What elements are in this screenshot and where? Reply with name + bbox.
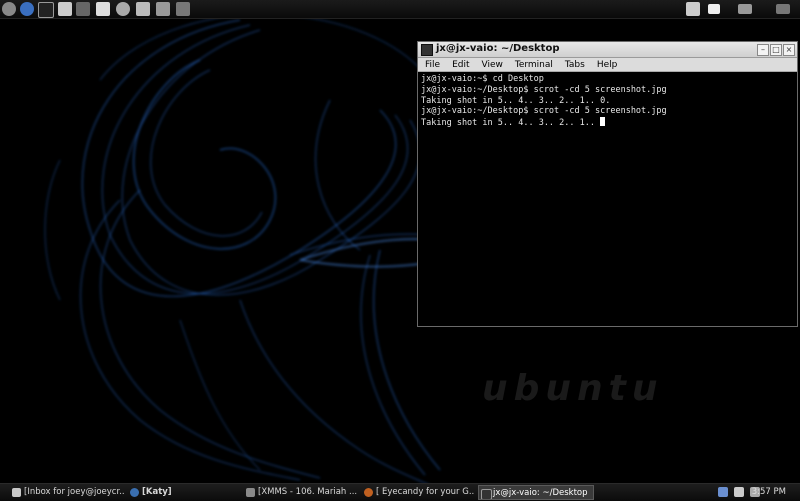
task-eyecandy[interactable]: [ Eyecandy for your G... xyxy=(362,485,474,500)
mail-icon xyxy=(12,488,21,497)
disc-icon[interactable] xyxy=(116,2,130,16)
top-panel xyxy=(0,0,800,19)
terminal-icon xyxy=(481,489,492,499)
media-icon[interactable] xyxy=(76,2,90,16)
terminal-line: jx@jx-vaio:~/Desktop$ scrot -cd 5 screen… xyxy=(421,84,667,95)
wallpaper-brand-text: ubuntu xyxy=(482,368,664,409)
terminal-output[interactable]: jx@jx-vaio:~$ cd Desktop jx@jx-vaio:~/Des… xyxy=(418,72,797,131)
chat-icon xyxy=(130,488,139,497)
task-katy[interactable]: [Katy] xyxy=(128,485,188,500)
bird-icon[interactable] xyxy=(96,2,110,16)
task-terminal[interactable]: jx@jx-vaio: ~/Desktop xyxy=(478,485,594,500)
menu-help[interactable]: Help xyxy=(590,60,623,70)
menu-view[interactable]: View xyxy=(475,60,508,70)
terminal-line: jx@jx-vaio:~/Desktop$ scrot -cd 5 screen… xyxy=(421,106,667,117)
trash-icon[interactable] xyxy=(686,2,700,16)
close-button[interactable]: × xyxy=(783,44,795,56)
window-icon-2[interactable] xyxy=(738,4,752,14)
terminal-cursor xyxy=(600,117,606,127)
palette-icon[interactable] xyxy=(136,2,150,16)
bluetooth-star-icon[interactable] xyxy=(176,2,190,16)
firefox-icon xyxy=(364,488,373,497)
desktop-icon[interactable] xyxy=(776,4,790,14)
taskbar: [Inbox for joey@joeycr... [Katy] [XMMS -… xyxy=(0,483,800,501)
terminal-window: jx@jx-vaio: ~/Desktop – □ × File Edit Vi… xyxy=(417,41,798,327)
clock[interactable]: 3:57 PM xyxy=(752,485,786,500)
terminal-icon[interactable] xyxy=(38,2,54,18)
task-label: [ Eyecandy for your G... xyxy=(376,487,474,497)
task-label: [Inbox for joey@joeycr... xyxy=(24,487,124,497)
minimize-button[interactable]: – xyxy=(757,44,769,56)
menu-tabs[interactable]: Tabs xyxy=(558,60,590,70)
terminal-line: Taking shot in 5.. 4.. 3.. 2.. 1.. 0. xyxy=(421,95,611,106)
mixer-icon[interactable] xyxy=(156,2,170,16)
task-label: [XMMS - 106. Mariah ... xyxy=(258,487,358,497)
globe-icon[interactable] xyxy=(20,2,34,16)
terminal-title-icon xyxy=(421,44,433,56)
task-label: [Katy] xyxy=(142,487,172,497)
terminal-menubar: File Edit View Terminal Tabs Help xyxy=(418,58,797,72)
bluetooth-icon[interactable] xyxy=(718,487,728,497)
xmms-icon xyxy=(246,488,255,497)
window-icon[interactable] xyxy=(708,4,720,14)
update-icon[interactable] xyxy=(734,487,744,497)
kmail-icon[interactable] xyxy=(58,2,72,16)
app-menu-icon[interactable] xyxy=(2,2,16,16)
menu-edit[interactable]: Edit xyxy=(445,60,474,70)
menu-file[interactable]: File xyxy=(418,60,445,70)
task-inbox[interactable]: [Inbox for joey@joeycr... xyxy=(10,485,124,500)
maximize-button[interactable]: □ xyxy=(770,44,782,56)
task-xmms[interactable]: [XMMS - 106. Mariah ... xyxy=(244,485,358,500)
terminal-line: Taking shot in 5.. 4.. 3.. 2.. 1.. xyxy=(421,118,601,129)
terminal-line: jx@jx-vaio:~$ cd Desktop xyxy=(421,74,544,84)
terminal-title: jx@jx-vaio: ~/Desktop xyxy=(436,43,560,54)
terminal-titlebar[interactable]: jx@jx-vaio: ~/Desktop – □ × xyxy=(418,42,797,58)
task-label: jx@jx-vaio: ~/Desktop xyxy=(493,488,588,498)
menu-terminal[interactable]: Terminal xyxy=(508,60,558,70)
